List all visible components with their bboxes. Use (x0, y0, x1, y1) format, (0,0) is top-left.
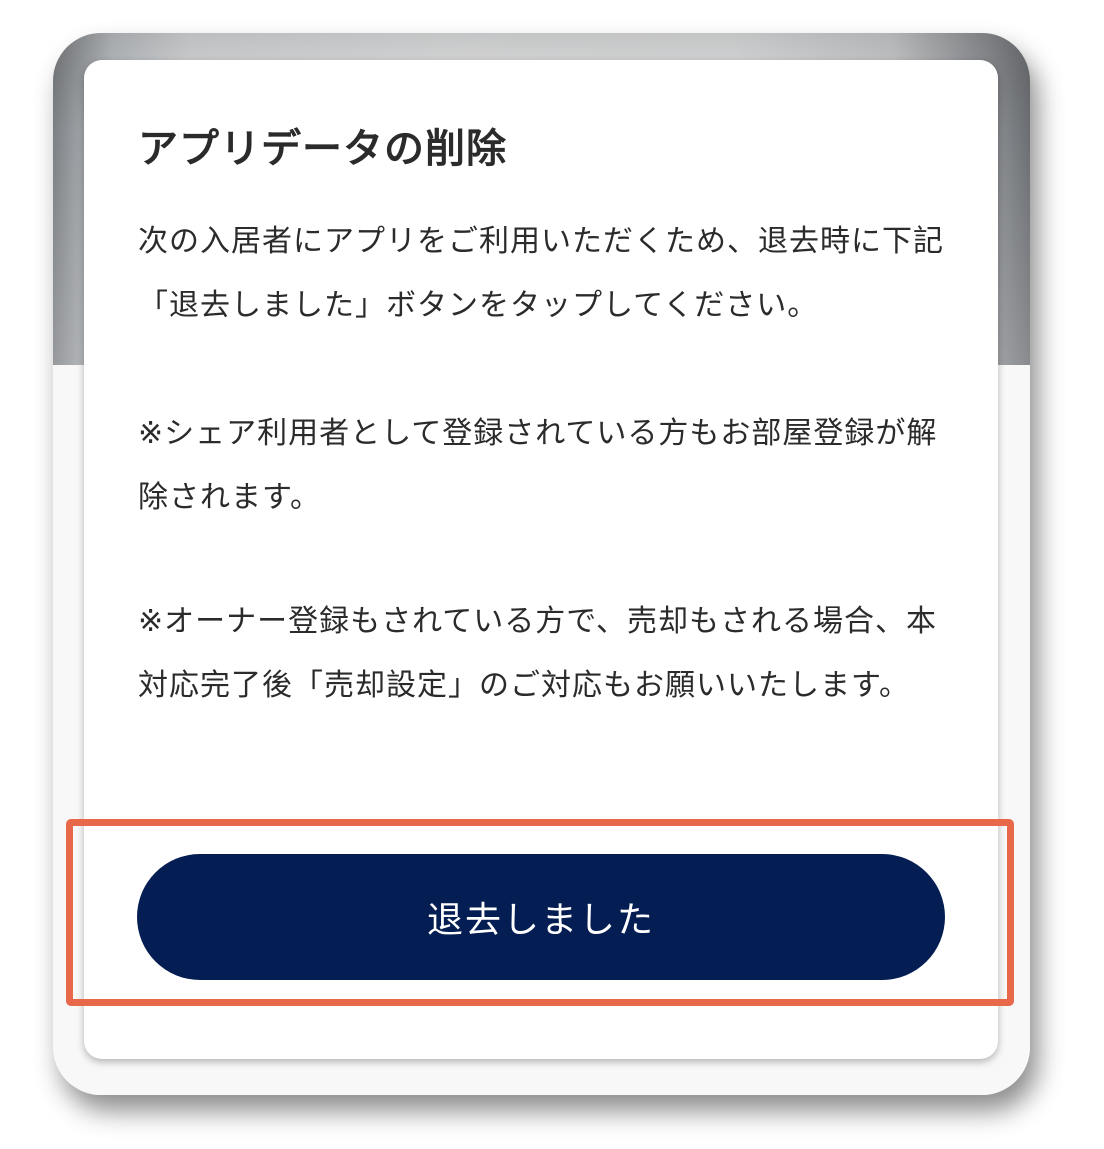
owner-sale-note: ※オーナー登録もされている方で、売却もされる場合、本対応完了後「売却設定」のご対… (138, 604, 938, 703)
dialog-title: アプリデータの削除 (138, 126, 507, 172)
dialog-instruction-text: 次の入居者にアプリをご利用いただくため、退去時に下記「退去しました」ボタンをタッ… (138, 224, 944, 323)
moved-out-button[interactable]: 退去しました (137, 854, 945, 980)
share-user-note: ※シェア利用者として登録されている方もお部屋登録が解除されます。 (138, 416, 938, 515)
app-screen: アプリデータの削除 次の入居者にアプリをご利用いただくため、退去時に下記「退去し… (53, 33, 1030, 1095)
delete-app-data-dialog: アプリデータの削除 次の入居者にアプリをご利用いただくため、退去時に下記「退去し… (84, 60, 998, 1059)
moved-out-button-label: 退去しました (426, 900, 655, 941)
